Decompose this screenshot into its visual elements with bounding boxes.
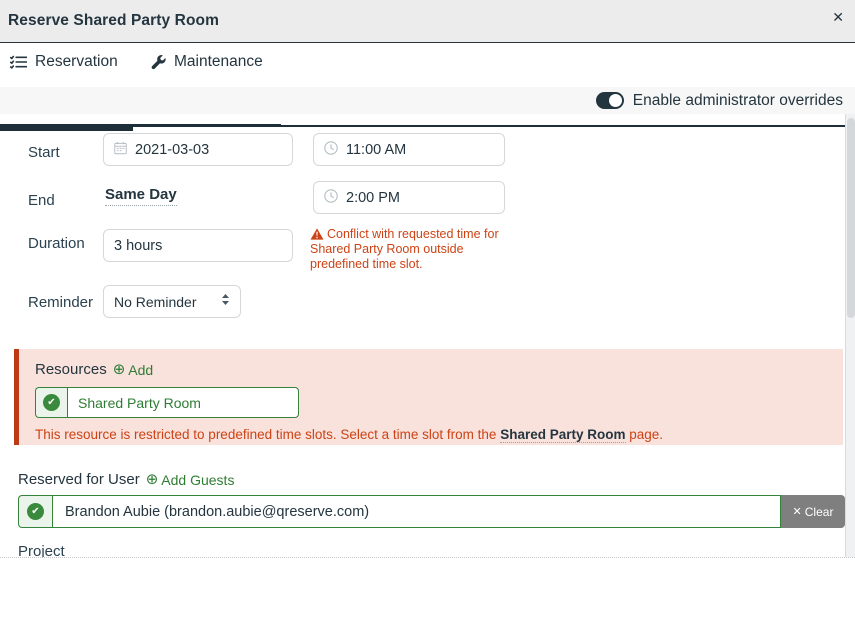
scrollbar-track[interactable] [845, 114, 855, 557]
add-guests-button[interactable]: ⊕ Add Guests [146, 472, 235, 488]
start-label: Start [28, 144, 60, 161]
toggle-knob [609, 94, 622, 107]
resources-label: Resources [35, 361, 107, 378]
user-status-addon: ✔ [18, 495, 52, 528]
tab-maintenance-label: Maintenance [174, 53, 263, 71]
reminder-value: No Reminder [114, 294, 196, 310]
circle-plus-icon: ⊕ [113, 362, 126, 377]
resource-restriction-message: This resource is restricted to predefine… [35, 427, 663, 442]
check-circle-icon: ✔ [43, 394, 60, 411]
add-guests-label: Add Guests [161, 472, 234, 488]
same-day-link[interactable]: Same Day [105, 186, 177, 206]
list-check-icon [10, 55, 27, 69]
duration-value: 3 hours [114, 238, 162, 254]
start-date-input[interactable]: 2021-03-03 [103, 133, 293, 166]
resource-name: Shared Party Room [78, 395, 201, 411]
duration-input[interactable]: 3 hours [103, 229, 293, 262]
add-resource-label: Add [128, 362, 153, 378]
restriction-text-after: page. [629, 427, 663, 442]
start-date-value: 2021-03-03 [135, 142, 209, 158]
conflict-warning-text: Conflict with requested time for Shared … [310, 227, 499, 271]
reserved-for-user-label: Reserved for User [18, 471, 140, 488]
modal-title: Reserve Shared Party Room [8, 12, 219, 30]
conflict-warning: Conflict with requested time for Shared … [310, 227, 516, 272]
clear-user-button[interactable]: ✕ Clear [781, 495, 845, 528]
scrollbar-thumb[interactable] [847, 118, 855, 318]
resource-name-field[interactable]: Shared Party Room [67, 387, 299, 418]
check-circle-icon: ✔ [27, 503, 44, 520]
tab-reservation[interactable]: Reservation [10, 53, 118, 71]
resource-item: ✔ Shared Party Room [35, 387, 299, 418]
restriction-text-before: This resource is restricted to predefine… [35, 427, 496, 442]
wrench-icon [151, 55, 166, 70]
calendar-icon [114, 141, 127, 159]
reminder-label: Reminder [28, 294, 93, 311]
tab-reservation-label: Reservation [35, 53, 118, 71]
start-time-input[interactable]: 11:00 AM [313, 133, 505, 166]
duration-label: Duration [28, 235, 85, 252]
circle-plus-icon: ⊕ [146, 472, 159, 487]
end-label: End [28, 192, 55, 209]
clock-icon [324, 189, 338, 207]
clock-icon [324, 141, 338, 159]
warning-triangle-icon [310, 228, 324, 240]
resource-status-addon: ✔ [35, 387, 67, 418]
reserved-user-value: Brandon Aubie (brandon.aubie@qreserve.co… [65, 504, 369, 520]
admin-overrides-row: Enable administrator overrides [0, 87, 855, 114]
tab-bar: Reservation Maintenance [0, 44, 855, 87]
modal-header: Reserve Shared Party Room ✕ [0, 0, 855, 43]
tab-maintenance[interactable]: Maintenance [151, 53, 263, 71]
reserved-for-user-header: Reserved for User ⊕ Add Guests [18, 471, 234, 488]
reserved-user-row: ✔ Brandon Aubie (brandon.aubie@qreserve.… [18, 495, 845, 528]
resources-header: Resources ⊕ Add [35, 361, 153, 378]
select-arrows-icon [221, 293, 230, 310]
modal-footer: Notify user Force Force Reserve [0, 557, 855, 618]
reserve-modal: Reserve Shared Party Room ✕ Reservation [0, 0, 855, 618]
end-time-value: 2:00 PM [346, 190, 400, 206]
shared-party-room-link[interactable]: Shared Party Room [500, 427, 625, 443]
admin-overrides-label: Enable administrator overrides [633, 92, 843, 110]
active-tab-indicator [0, 124, 133, 131]
add-resource-button[interactable]: ⊕ Add [113, 362, 154, 378]
reminder-select[interactable]: No Reminder [103, 285, 241, 318]
resources-panel: Resources ⊕ Add ✔ Shared Party Room This… [14, 349, 843, 445]
end-time-input[interactable]: 2:00 PM [313, 181, 505, 214]
start-time-value: 11:00 AM [346, 142, 406, 158]
clear-label: Clear [805, 505, 834, 519]
clear-x-icon: ✕ [793, 505, 802, 518]
close-icon[interactable]: ✕ [832, 10, 844, 24]
reserved-user-field[interactable]: Brandon Aubie (brandon.aubie@qreserve.co… [52, 495, 781, 528]
admin-overrides-toggle[interactable] [596, 92, 624, 109]
